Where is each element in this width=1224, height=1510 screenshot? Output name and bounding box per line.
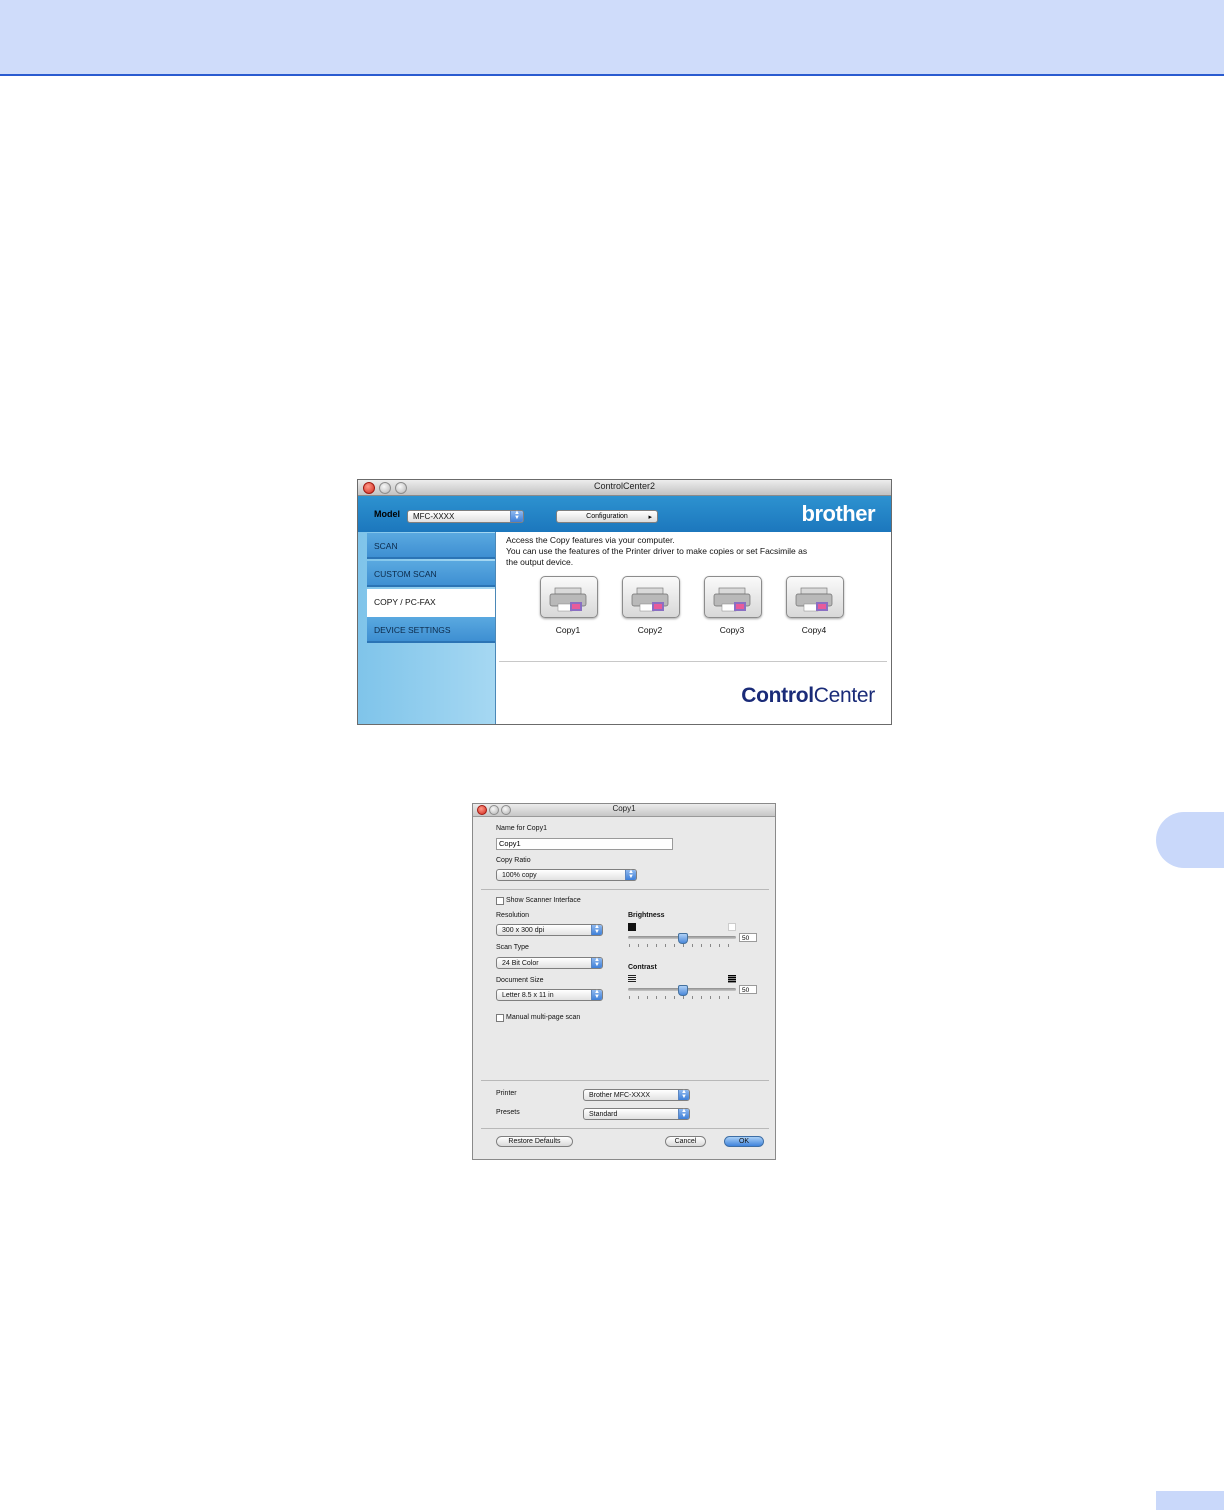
manual-multipage-checkbox[interactable] — [496, 1014, 504, 1022]
brightness-dark-icon — [628, 923, 636, 931]
model-value: MFC-XXXX — [413, 512, 455, 521]
sidebar-item-label: COPY / PC-FAX — [374, 597, 436, 607]
scan-type-value: 24 Bit Color — [502, 960, 539, 967]
printer-icon — [713, 587, 751, 612]
presets-label: Presets — [496, 1109, 520, 1116]
sidebar-item-label: DEVICE SETTINGS — [374, 625, 451, 635]
printer-icon — [631, 587, 669, 612]
logo-bold: Control — [741, 684, 814, 707]
page-header-band — [0, 0, 1224, 76]
main-panel: Access the Copy features via your comput… — [496, 532, 891, 724]
copy-ratio-label: Copy Ratio — [496, 857, 531, 864]
intro-line: Access the Copy features via your comput… — [506, 535, 675, 545]
scan-type-select[interactable]: 24 Bit Color ▲ ▼ — [496, 957, 603, 969]
intro-line: the output device. — [506, 557, 574, 567]
resolution-label: Resolution — [496, 912, 530, 919]
document-size-label: Document Size — [496, 977, 544, 984]
contrast-high-icon — [728, 975, 736, 983]
select-arrows-icon: ▲ ▼ — [591, 989, 602, 1000]
controlcenter-logo: ControlCenter — [741, 684, 875, 708]
copy1-button[interactable] — [540, 576, 598, 618]
restore-defaults-button[interactable]: Restore Defaults — [496, 1136, 573, 1147]
presets-select[interactable]: Standard ▲ ▼ — [583, 1108, 690, 1120]
brightness-label: Brightness — [628, 912, 665, 919]
chapter-tab — [1156, 812, 1224, 868]
show-scanner-interface-checkbox[interactable] — [496, 897, 504, 905]
intro-line: You can use the features of the Printer … — [506, 546, 808, 556]
contrast-low-icon — [628, 975, 636, 983]
copy2-label: Copy2 — [637, 625, 663, 635]
brightness-slider-thumb[interactable] — [678, 933, 688, 944]
play-icon: ▸ — [648, 514, 652, 521]
copy1-dialog: Copy1 Name for Copy1 Copy1 Copy Ratio 10… — [472, 803, 776, 1160]
brightness-value[interactable]: 50 — [739, 933, 757, 942]
manual-multipage-label: Manual multi-page scan — [506, 1014, 581, 1021]
cc-header: Model MFC-XXXX ▲ ▼ Configuration ▸ brothe… — [358, 496, 891, 532]
sidebar-item-label: SCAN — [374, 541, 398, 551]
brother-logo: brother — [801, 501, 876, 526]
presets-value: Standard — [589, 1111, 618, 1118]
name-label: Name for Copy1 — [496, 825, 547, 832]
name-input[interactable]: Copy1 — [496, 838, 673, 850]
scan-type-label: Scan Type — [496, 944, 529, 951]
brightness-light-icon — [728, 923, 736, 931]
select-arrows-icon: ▲ ▼ — [591, 924, 602, 935]
configuration-label: Configuration — [586, 513, 628, 520]
select-arrows-icon: ▲ ▼ — [678, 1089, 689, 1100]
page-number-box — [1156, 1491, 1224, 1510]
logo-regular: Center — [813, 684, 876, 707]
title-bar: ControlCenter2 — [358, 480, 891, 496]
copy3-label: Copy3 — [719, 625, 745, 635]
copy1-label: Copy1 — [555, 625, 581, 635]
title-bar: Copy1 — [473, 804, 775, 817]
brightness-ticks — [629, 944, 736, 947]
sidebar-item-scan[interactable]: SCAN — [367, 533, 495, 559]
contrast-slider-thumb[interactable] — [678, 985, 688, 996]
sidebar: SCAN CUSTOM SCAN COPY / PC-FAX DEVICE SE… — [358, 532, 496, 724]
copy-ratio-value: 100% copy — [502, 872, 537, 879]
select-arrows-icon: ▲ ▼ — [591, 957, 602, 968]
resolution-value: 300 x 300 dpi — [502, 927, 545, 934]
copy3-button[interactable] — [704, 576, 762, 618]
copy4-label: Copy4 — [801, 625, 827, 635]
sidebar-item-copy-pc-fax[interactable]: COPY / PC-FAX — [367, 589, 495, 617]
resolution-select[interactable]: 300 x 300 dpi ▲ ▼ — [496, 924, 603, 936]
printer-select[interactable]: Brother MFC-XXXX ▲ ▼ — [583, 1089, 690, 1101]
contrast-ticks — [629, 996, 736, 999]
ok-button[interactable]: OK — [724, 1136, 764, 1147]
printer-label: Printer — [496, 1090, 517, 1097]
cancel-button[interactable]: Cancel — [665, 1136, 706, 1147]
divider — [481, 889, 769, 890]
copy2-button[interactable] — [622, 576, 680, 618]
dialog-title: Copy1 — [612, 804, 636, 813]
copy4-button[interactable] — [786, 576, 844, 618]
model-label: Model — [374, 509, 400, 519]
select-arrows-icon: ▲ ▼ — [625, 869, 636, 880]
printer-icon — [795, 587, 833, 612]
sidebar-item-label: CUSTOM SCAN — [374, 569, 437, 579]
configuration-button[interactable]: Configuration ▸ — [556, 510, 658, 523]
printer-value: Brother MFC-XXXX — [589, 1092, 651, 1099]
select-arrows-icon: ▲ ▼ — [510, 510, 523, 522]
contrast-label: Contrast — [628, 964, 657, 971]
window-title: ControlCenter2 — [593, 481, 656, 491]
model-select[interactable]: MFC-XXXX ▲ ▼ — [407, 510, 524, 523]
intro-text: Access the Copy features via your comput… — [506, 535, 807, 568]
printer-icon — [549, 587, 587, 612]
sidebar-item-device-settings[interactable]: DEVICE SETTINGS — [367, 617, 495, 643]
document-size-select[interactable]: Letter 8.5 x 11 in ▲ ▼ — [496, 989, 603, 1001]
select-arrows-icon: ▲ ▼ — [678, 1108, 689, 1119]
copy-ratio-select[interactable]: 100% copy ▲ ▼ — [496, 869, 637, 881]
divider — [499, 661, 887, 662]
controlcenter-window: ControlCenter2 Model MFC-XXXX ▲ ▼ Configu… — [357, 479, 892, 725]
divider — [481, 1128, 769, 1129]
sidebar-item-custom-scan[interactable]: CUSTOM SCAN — [367, 561, 495, 587]
document-size-value: Letter 8.5 x 11 in — [502, 992, 554, 999]
divider — [481, 1080, 769, 1081]
show-scanner-interface-label: Show Scanner Interface — [506, 897, 581, 904]
contrast-value[interactable]: 50 — [739, 985, 757, 994]
